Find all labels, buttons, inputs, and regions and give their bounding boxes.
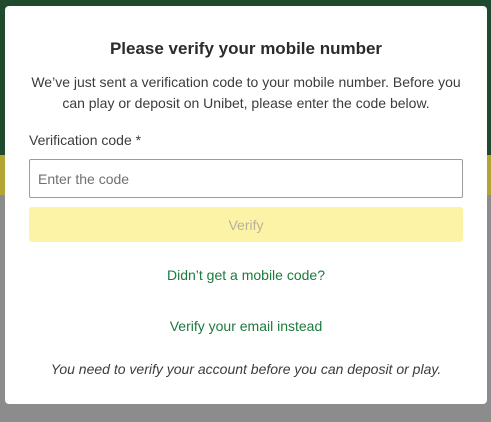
- verification-notice: You need to verify your account before y…: [50, 361, 442, 377]
- dialog-description: We’ve just sent a verification code to y…: [31, 74, 461, 111]
- verification-code-label: Verification code *: [29, 132, 142, 148]
- resend-code-link[interactable]: Didn’t get a mobile code?: [5, 267, 487, 283]
- verify-mobile-dialog: Please verify your mobile number We’ve j…: [5, 6, 487, 404]
- verification-code-input[interactable]: [29, 159, 463, 198]
- verify-email-link[interactable]: Verify your email instead: [5, 318, 487, 334]
- dialog-title: Please verify your mobile number: [109, 39, 383, 58]
- verify-button[interactable]: Verify: [29, 207, 463, 242]
